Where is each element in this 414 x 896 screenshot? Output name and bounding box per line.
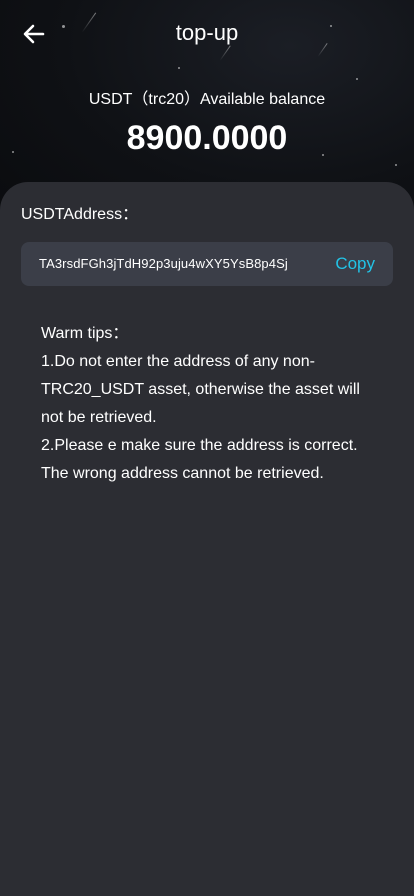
star-decoration: [395, 164, 397, 166]
tips-title: Warm tips：: [41, 325, 129, 342]
balance-value: 8900.0000: [126, 119, 288, 157]
address-label: USDTAddress：: [21, 206, 139, 223]
address-card: USDTAddress： TA3rsdFGh3jTdH92p3uju4wXY5Y…: [0, 182, 414, 896]
tip-item: 2.Please e make sure the address is corr…: [41, 437, 358, 482]
star-decoration: [178, 67, 180, 69]
top-bar: top-up: [0, 0, 414, 64]
address-box: TA3rsdFGh3jTdH92p3uju4wXY5YsB8p4Sj Copy: [21, 242, 393, 286]
copy-button[interactable]: Copy: [335, 242, 375, 286]
tip-item: 1.Do not enter the address of any non-TR…: [41, 353, 360, 426]
wallet-address: TA3rsdFGh3jTdH92p3uju4wXY5YsB8p4Sj: [39, 256, 288, 271]
star-decoration: [356, 78, 358, 80]
balance-label: USDT（trc20）Available balance: [88, 91, 326, 108]
page-title: top-up: [175, 20, 239, 45]
warm-tips: Warm tips： 1.Do not enter the address of…: [41, 320, 381, 488]
